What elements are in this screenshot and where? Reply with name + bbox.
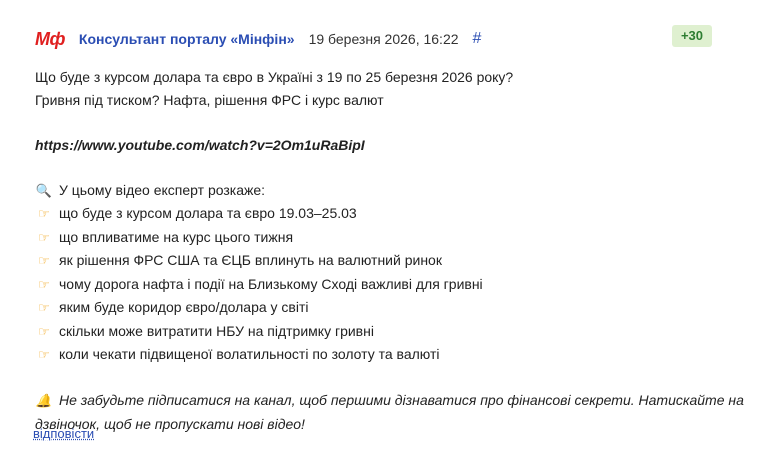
pointing-hand-icon: ☞	[38, 300, 50, 315]
list-item-text: коли чекати підвищеної волатильності по …	[59, 346, 440, 362]
author-logo[interactable]: Мф	[35, 29, 65, 50]
list-item: ☞ чому дорога нафта і події на Близькому …	[35, 273, 745, 297]
list-item-text: що буде з курсом долара та євро 19.03–25…	[59, 205, 357, 221]
pointing-hand-icon: ☞	[38, 323, 50, 339]
list-item: ☞ яким буде коридор євро/долара у світі	[35, 296, 745, 320]
intro-text: У цьому відео експерт розкаже:	[59, 181, 266, 198]
subscribe-note: 🔔 Не забудьте підписатися на канал, щоб п…	[35, 389, 745, 435]
author-name-link[interactable]: Консультант порталу «Мінфін»	[79, 31, 295, 47]
list-item: ☞ як рішення ФРС США та ЄЦБ вплинуть на в…	[35, 249, 745, 273]
post-title-line-1: Що буде з курсом долара та євро в Україн…	[35, 69, 514, 85]
post-anchor-link[interactable]: #	[473, 30, 482, 48]
subscribe-note-text: Не забудьте підписатися на канал, щоб пе…	[35, 392, 744, 432]
reply-link[interactable]: відповісти	[33, 426, 94, 441]
list-item-text: чому дорога нафта і події на Близькому С…	[59, 275, 483, 292]
forum-post: Мф Консультант порталу «Мінфін» 19 берез…	[0, 0, 768, 450]
post-score-badge: +30	[672, 25, 712, 47]
list-item-text: скільки може витратити НБУ на підтримку …	[59, 322, 374, 339]
intro-line: 🔍 У цьому відео експерт розкаже:	[35, 179, 745, 203]
post-body: Що буде з курсом долара та євро в Україн…	[35, 66, 745, 435]
pointing-hand-icon: ☞	[38, 229, 50, 245]
post-title-line-2: Гривня під тиском? Нафта, рішення ФРС і …	[35, 91, 384, 108]
list-item-text: як рішення ФРС США та ЄЦБ вплинуть на ва…	[59, 252, 442, 268]
bell-icon: 🔔	[35, 393, 53, 408]
pointing-hand-icon: ☞	[38, 347, 50, 362]
pointing-hand-icon: ☞	[38, 206, 50, 221]
post-date: 19 березня 2026, 16:22	[308, 31, 459, 47]
list-item: ☞ що буде з курсом долара та євро 19.03–2…	[35, 202, 745, 226]
youtube-link[interactable]: https://www.youtube.com/watch?v=2Om1uRaB…	[35, 137, 365, 153]
magnifier-icon: 🔍	[35, 182, 53, 198]
post-header: Мф Консультант порталу «Мінфін» 19 берез…	[35, 28, 481, 50]
pointing-hand-icon: ☞	[38, 253, 50, 268]
list-item: ☞ скільки може витратити НБУ на підтримку…	[35, 320, 745, 344]
list-item: ☞ що впливатиме на курс цього тижня	[35, 226, 745, 250]
pointing-hand-icon: ☞	[38, 276, 50, 292]
list-item: ☞ коли чекати підвищеної волатильності по…	[35, 343, 745, 367]
list-item-text: яким буде коридор євро/долара у світі	[59, 299, 309, 315]
list-item-text: що впливатиме на курс цього тижня	[59, 228, 294, 245]
